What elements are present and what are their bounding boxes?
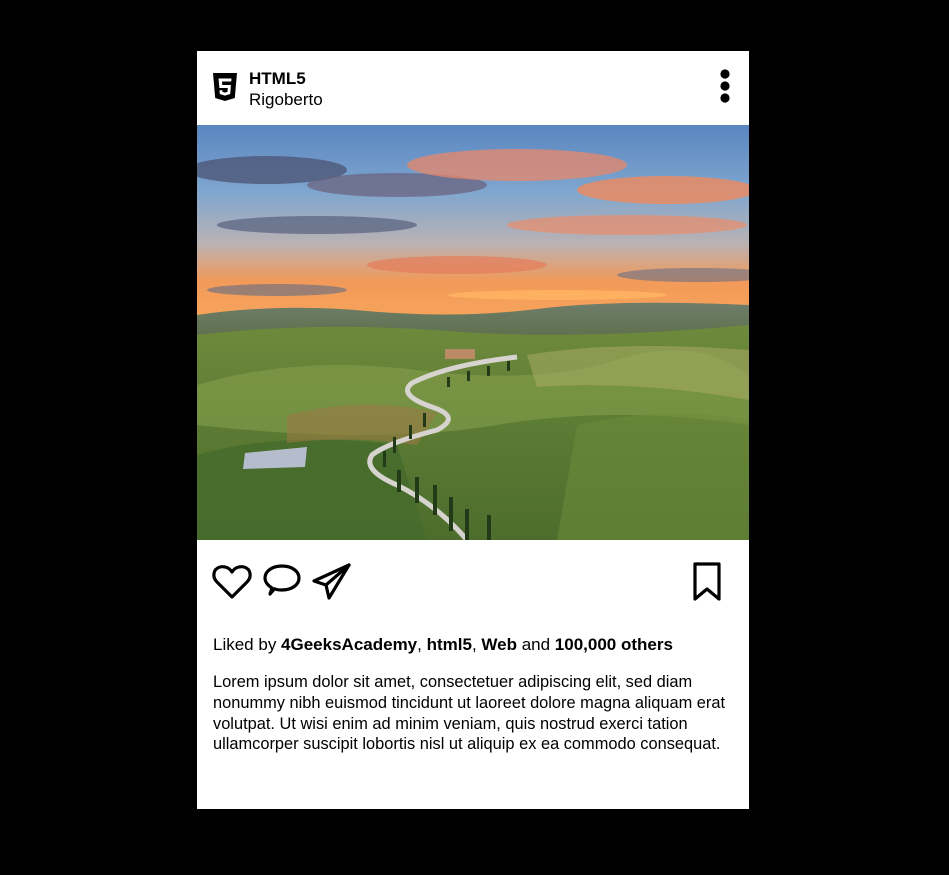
account-name[interactable]: HTML5 xyxy=(249,69,306,89)
liked-by-user-4geeksacademy[interactable]: 4GeeksAcademy xyxy=(281,635,417,654)
landscape-image xyxy=(197,125,749,540)
bookmark-icon xyxy=(693,562,721,601)
likes-prefix: Liked by xyxy=(213,635,282,654)
likes-conjunction: and xyxy=(516,635,555,654)
post-location[interactable]: Rigoberto xyxy=(249,90,323,110)
post-caption: Lorem ipsum dolor sit amet, consectetuer… xyxy=(213,673,726,754)
more-vertical-icon xyxy=(720,69,730,103)
post-actions xyxy=(197,540,749,620)
comment-icon xyxy=(263,564,301,596)
likes-others-count[interactable]: 100,000 others xyxy=(555,635,673,654)
more-options-button[interactable] xyxy=(715,69,735,103)
liked-by-user-web[interactable]: Web xyxy=(481,635,517,654)
like-button[interactable] xyxy=(211,561,253,603)
post-card: HTML5 Rigoberto Liked by 4GeeksAcademy, … xyxy=(197,51,749,809)
likes-separator: , xyxy=(471,635,482,654)
html5-icon[interactable] xyxy=(213,73,237,103)
liked-by-user-html5[interactable]: html5 xyxy=(427,635,472,654)
share-button[interactable] xyxy=(311,561,353,603)
send-icon xyxy=(312,563,351,600)
post-header: HTML5 Rigoberto xyxy=(197,51,749,125)
save-button[interactable] xyxy=(687,561,729,603)
heart-icon xyxy=(212,565,252,599)
comment-button[interactable] xyxy=(261,561,303,603)
likes-separator: , xyxy=(417,635,427,654)
post-image[interactable] xyxy=(197,125,749,540)
likes-summary: Liked by 4GeeksAcademy, html5, Web and 1… xyxy=(213,634,733,656)
